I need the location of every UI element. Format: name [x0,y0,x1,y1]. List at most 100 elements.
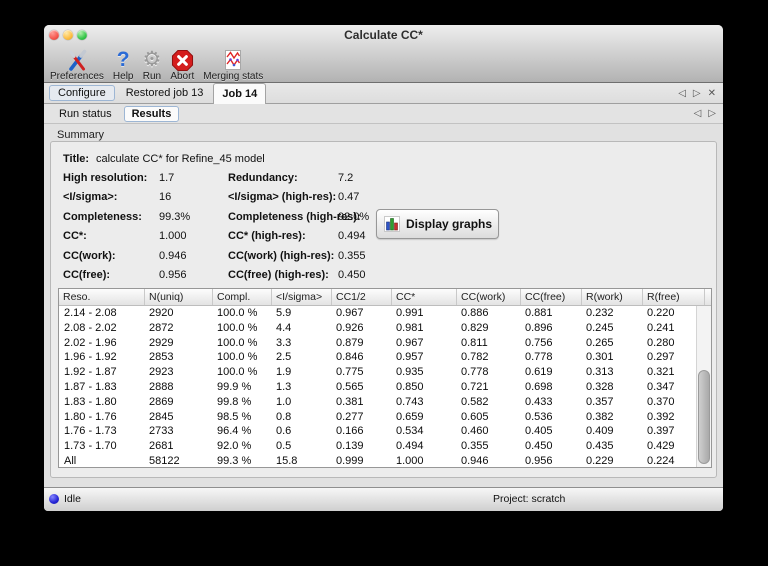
tab-restored-job-13[interactable]: Restored job 13 [118,85,212,101]
display-graphs-button[interactable]: Display graphs [376,209,499,239]
summary-value: 7.2 [338,172,354,184]
preferences-tools-icon [65,48,89,72]
table-cell: 2845 [149,410,174,423]
minimize-window-button[interactable] [63,30,73,40]
tab-close-icon[interactable]: ✕ [708,88,716,99]
table-cell: 0.313 [586,366,614,379]
table-cell: 98.5 % [217,410,252,423]
table-cell: 0.967 [336,307,364,319]
table-cell: 0.967 [396,336,424,349]
table-row[interactable]: 2.14 - 2.08 2920 100.0 % 5.9 0.967 0.991 0.886… [59,306,711,321]
table-row[interactable]: All 58122 99.3 % 15.8 0.999 1.000 0.946 0.956 0.… [59,454,711,467]
tab-scroll-left-icon[interactable]: ◁ [678,88,686,99]
scrollbar-thumb[interactable] [698,370,710,465]
table-cell: 0.494 [396,440,424,453]
table-cell: 0.698 [525,380,553,393]
results-table-body: 2.14 - 2.08 2920 100.0 % 5.9 0.967 0.991 0.886… [59,306,711,467]
table-cell: 0.881 [525,307,553,319]
table-cell: 0.397 [647,425,675,438]
status-text: Idle [64,493,81,505]
table-row[interactable]: 1.80 - 1.76 2845 98.5 % 0.8 0.277 0.659 0.605 0… [59,410,711,425]
table-cell: 1.87 - 1.83 [64,380,117,393]
table-cell: 0.756 [525,336,553,349]
summary-label: CC*: [63,230,87,242]
table-cell: 0.5 [276,440,292,453]
tab-job-14[interactable]: Job 14 [213,83,267,104]
table-cell: 0.241 [647,321,675,334]
table-cell: 0.565 [336,380,364,393]
table-cell: 2733 [149,425,174,438]
table-cell: 0.778 [525,351,553,364]
summary-label: CC(work): [63,250,116,262]
table-row[interactable]: 2.02 - 1.96 2929 100.0 % 3.3 0.879 0.967 0.811… [59,336,711,351]
table-cell: 0.265 [586,336,614,349]
table-row[interactable]: 1.83 - 1.80 2869 99.8 % 1.0 0.381 0.743 0.582 0… [59,395,711,410]
table-cell: 1.73 - 1.70 [64,440,117,453]
table-cell: 1.0 [276,395,292,408]
column-header[interactable]: CC(work) [456,289,520,305]
merging-stats-button[interactable]: Merging stats [203,48,263,82]
table-row[interactable]: 1.96 - 1.92 2853 100.0 % 2.5 0.846 0.957 0.782… [59,350,711,365]
table-cell: 1.000 [396,454,424,467]
zoom-window-button[interactable] [77,30,87,40]
table-cell: 100.0 % [217,366,258,379]
column-header[interactable]: CC(free) [520,289,581,305]
window-title: Calculate CC* [344,28,423,42]
table-row[interactable]: 1.76 - 1.73 2733 96.4 % 0.6 0.166 0.534 0.460 0… [59,424,711,439]
table-cell: 2681 [149,440,174,453]
tab-scroll-right-icon[interactable]: ▷ [693,88,701,99]
help-question-icon: ? [116,48,130,71]
tab-configure[interactable]: Configure [49,85,115,101]
column-header[interactable]: <I/sigma> [271,289,331,305]
table-row[interactable]: 1.87 - 1.83 2888 99.9 % 1.3 0.565 0.850 0.721 0… [59,380,711,395]
table-cell: 0.896 [525,321,553,334]
table-cell: 0.886 [461,307,489,319]
column-header[interactable]: R(free) [642,289,704,305]
summary-section-label: Summary [57,129,105,141]
column-header[interactable]: Compl. [212,289,271,305]
abort-stop-icon [171,48,194,72]
table-cell: 0.355 [461,440,489,453]
table-cell: 0.811 [461,336,488,349]
table-cell: 0.277 [336,410,364,423]
subtab-scroll-right-icon[interactable]: ▷ [708,108,716,119]
table-cell: 4.4 [276,321,292,334]
table-vertical-scrollbar[interactable] [696,306,711,467]
table-cell: 0.935 [396,366,424,379]
table-row[interactable]: 1.73 - 1.70 2681 92.0 % 0.5 0.139 0.494 0.355 0… [59,439,711,454]
column-header[interactable]: Reso. [59,289,144,305]
table-cell: 2.02 - 1.96 [64,336,117,349]
table-cell: 2923 [149,366,174,379]
summary-panel: Title: calculate CC* for Refine_45 model… [50,141,717,478]
column-header[interactable]: CC* [391,289,456,305]
summary-value: 0.956 [159,269,187,281]
table-row[interactable]: 1.92 - 1.87 2923 100.0 % 1.9 0.775 0.935 0.778… [59,365,711,380]
help-button[interactable]: ? Help [113,48,134,82]
column-header[interactable]: CC1/2 [331,289,391,305]
summary-label: Completeness: [63,211,142,223]
table-cell: 0.775 [336,366,364,379]
column-header[interactable]: R(work) [581,289,642,305]
table-cell: 100.0 % [217,336,258,349]
table-cell: 1.80 - 1.76 [64,410,117,423]
tab-results[interactable]: Results [123,105,180,122]
run-button[interactable]: ⚙ Run [143,48,162,82]
table-cell: 0.946 [461,454,489,467]
title-bar[interactable]: Calculate CC* [44,25,723,45]
summary-value: 0.47 [338,191,360,203]
preferences-button[interactable]: Preferences [50,48,104,82]
column-header-spacer [704,289,711,305]
table-cell: 2920 [149,307,174,319]
column-header[interactable]: N(uniq) [144,289,212,305]
subtab-scroll-left-icon[interactable]: ◁ [694,108,702,119]
close-window-button[interactable] [49,30,59,40]
table-cell: 1.3 [276,380,292,393]
table-cell: 0.433 [525,395,553,408]
toolbar-label: Run [142,71,162,82]
table-cell: 0.460 [461,425,489,438]
subtab-nav: ◁ ▷ [694,104,716,123]
table-cell: 2.14 - 2.08 [64,307,117,319]
abort-button[interactable]: Abort [170,48,194,82]
tab-run-status[interactable]: Run status [52,107,119,121]
table-row[interactable]: 2.08 - 2.02 2872 100.0 % 4.4 0.926 0.981 0.829… [59,321,711,336]
